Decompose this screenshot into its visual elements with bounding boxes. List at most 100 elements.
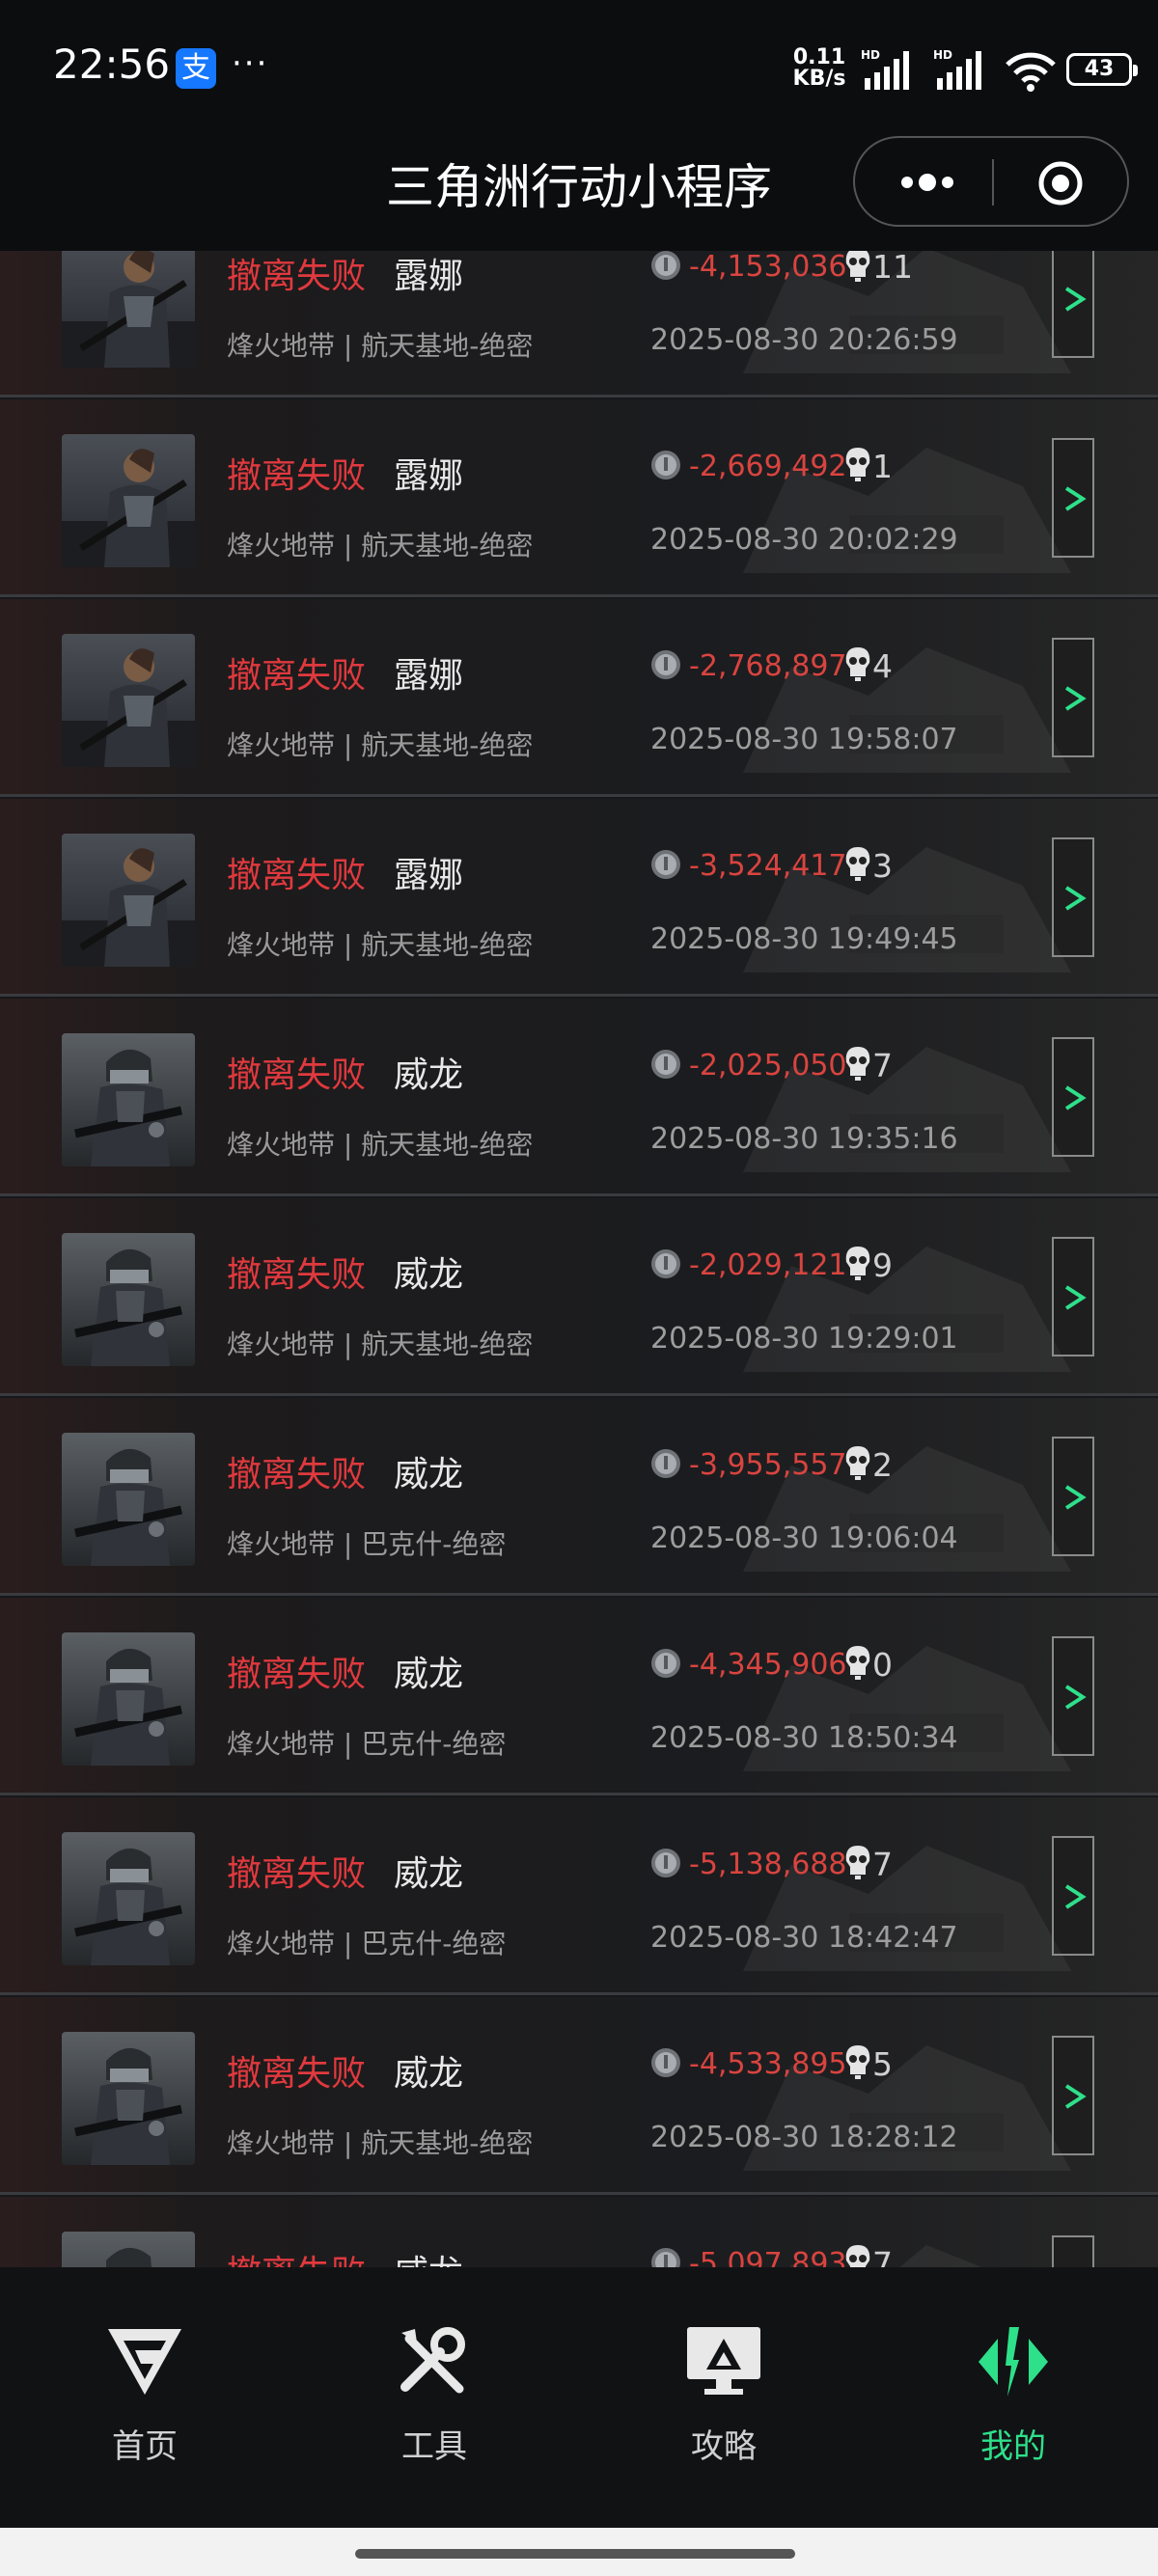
- kill-count: 2: [872, 1446, 893, 1484]
- extraction-status: 撤离失败: [227, 257, 367, 296]
- tools-icon: [400, 2327, 465, 2394]
- record-row[interactable]: 撤离失败 威龙 烽火地带 | 航天基地-绝密 -2,029,121 9 2025…: [0, 1198, 1158, 1396]
- asset-change-value: -2,029,121: [689, 1248, 847, 1282]
- match-time: 2025-08-30 18:50:34: [650, 1721, 958, 1755]
- detail-button[interactable]: [1052, 638, 1094, 757]
- detail-button[interactable]: [1052, 1636, 1094, 1756]
- operator-avatar: [62, 1033, 195, 1166]
- record-row[interactable]: 撤离失败 露娜 烽火地带 | 航天基地-绝密 -4,153,036 11 202…: [0, 251, 1158, 397]
- asset-change-value: -4,345,906: [689, 1648, 847, 1682]
- match-time: 2025-08-30 19:49:45: [650, 922, 958, 956]
- operator-avatar: [62, 834, 195, 967]
- detail-button[interactable]: [1052, 837, 1094, 957]
- asset-change-value: -5,138,688: [689, 1848, 847, 1881]
- coin-icon: [650, 2047, 681, 2078]
- map-mode: 烽火地带 | 航天基地-绝密: [227, 1129, 534, 1161]
- tab-profile[interactable]: 我的: [917, 2325, 1110, 2489]
- skull-icon: [843, 2243, 872, 2267]
- tab-tools-label: 工具: [401, 2427, 467, 2466]
- match-time: 2025-08-30 20:26:59: [650, 323, 958, 357]
- home-indicator[interactable]: [355, 2549, 795, 2559]
- record-row[interactable]: 撤离失败 露娜 烽火地带 | 航天基地-绝密 -2,669,492 1 2025…: [0, 399, 1158, 597]
- record-row[interactable]: 撤离失败 威龙 烽火地带 | 巴克什-绝密 -4,345,906 0 2025-…: [0, 1598, 1158, 1795]
- operator-name: 威龙: [394, 1854, 464, 1894]
- more-dots-icon[interactable]: [894, 163, 961, 202]
- operator-avatar: [62, 634, 195, 767]
- map-mode: 烽火地带 | 航天基地-绝密: [227, 2127, 534, 2159]
- close-target-icon[interactable]: [1036, 159, 1085, 207]
- asset-change-value: -3,524,417: [689, 849, 847, 883]
- extraction-status: 撤离失败: [227, 2054, 367, 2094]
- detail-button[interactable]: [1052, 1037, 1094, 1157]
- coin-icon: [650, 1448, 681, 1479]
- skull-icon: [843, 1045, 872, 1082]
- record-row[interactable]: 撤离失败 威龙 烽火地带 | 巴克什-绝密 -5,138,688 7 2025-…: [0, 1797, 1158, 1995]
- detail-button[interactable]: [1052, 2036, 1094, 2155]
- operator-avatar: [62, 1233, 195, 1366]
- tab-guide[interactable]: 攻略: [627, 2325, 820, 2489]
- tab-tools[interactable]: 工具: [338, 2325, 531, 2489]
- coin-icon: [650, 2247, 681, 2267]
- network-speed: 0.11 KB/s: [791, 47, 847, 90]
- coin-icon: [650, 1648, 681, 1679]
- coin-icon: [650, 1049, 681, 1080]
- detail-button[interactable]: [1052, 1836, 1094, 1956]
- operator-avatar: [62, 434, 195, 567]
- extraction-status: 撤离失败: [227, 2245, 366, 2267]
- detail-button[interactable]: [1052, 1237, 1094, 1357]
- extraction-status: 撤离失败: [227, 1655, 367, 1694]
- map-mode: 烽火地带 | 航天基地-绝密: [227, 1329, 534, 1360]
- operator-name: 露娜: [394, 456, 464, 496]
- record-row[interactable]: 撤离失败 露娜 烽火地带 | 航天基地-绝密 -2,768,897 4 2025…: [0, 599, 1158, 797]
- home-logo-icon: [108, 2329, 181, 2395]
- operator-avatar: [62, 2032, 195, 2165]
- operator-name: 威龙: [394, 1655, 464, 1694]
- tab-home-label: 首页: [112, 2427, 178, 2466]
- map-mode: 烽火地带 | 航天基地-绝密: [227, 929, 534, 961]
- operator-avatar: [62, 1632, 195, 1766]
- tab-profile-label: 我的: [980, 2427, 1046, 2466]
- match-time: 2025-08-30 20:02:29: [650, 523, 958, 557]
- detail-button[interactable]: [1052, 438, 1094, 558]
- operator-name: 威龙: [394, 2054, 464, 2094]
- match-time: 2025-08-30 19:29:01: [650, 1322, 958, 1356]
- record-row[interactable]: 撤离失败 威龙 烽火地带 | 巴克什-绝密 -3,955,557 2 2025-…: [0, 1398, 1158, 1596]
- record-row[interactable]: 撤离失败 威龙 烽火地带 | 航天基地-绝密 -4,533,895 5 2025…: [0, 1997, 1158, 2195]
- tab-home[interactable]: 首页: [48, 2325, 241, 2489]
- asset-change-value: -3,955,557: [689, 1448, 847, 1482]
- network-speed-value: 0.11: [792, 45, 846, 69]
- signal-icon: HD: [861, 48, 909, 90]
- record-list[interactable]: 撤离失败 露娜 烽火地带 | 航天基地-绝密 -4,153,036 11 202…: [0, 251, 1158, 2267]
- map-mode: 烽火地带 | 巴克什-绝密: [227, 1528, 507, 1560]
- operator-name: 露娜: [394, 856, 464, 895]
- kill-count: 9: [872, 1247, 893, 1284]
- operator-name: 威龙: [394, 2245, 463, 2267]
- asset-change-value: -2,669,492: [689, 450, 847, 483]
- coin-icon: [650, 849, 681, 880]
- extraction-status: 撤离失败: [227, 456, 367, 496]
- kill-count: 3: [872, 847, 893, 885]
- extraction-status: 撤离失败: [227, 856, 367, 895]
- operator-name: 露娜: [394, 656, 464, 696]
- record-row[interactable]: 撤离失败 威龙 -5,097,893 7: [0, 2197, 1158, 2267]
- extraction-status: 撤离失败: [227, 1055, 367, 1095]
- asset-change-value: -4,153,036: [689, 251, 847, 284]
- coin-icon: [650, 450, 681, 480]
- coin-icon: [650, 1848, 681, 1878]
- record-row[interactable]: 撤离失败 威龙 烽火地带 | 航天基地-绝密 -2,025,050 7 2025…: [0, 999, 1158, 1196]
- title-bar: 三角洲行动小程序: [0, 135, 1158, 251]
- detail-button[interactable]: [1052, 251, 1094, 358]
- skull-icon: [843, 845, 872, 882]
- guide-monitor-icon: [687, 2327, 760, 2395]
- record-row[interactable]: 撤离失败 露娜 烽火地带 | 航天基地-绝密 -3,524,417 3 2025…: [0, 799, 1158, 997]
- coin-icon: [650, 251, 681, 281]
- asset-change-value: -5,097,893: [689, 2247, 847, 2267]
- operator-avatar: [62, 2232, 195, 2267]
- page-title-text: 三角洲行动小程序: [386, 159, 772, 215]
- extraction-status: 撤离失败: [227, 656, 367, 696]
- detail-button[interactable]: [1052, 2235, 1094, 2267]
- kill-count: 7: [872, 1047, 893, 1084]
- detail-button[interactable]: [1052, 1437, 1094, 1556]
- more-notifications-icon: ···: [232, 44, 269, 83]
- match-time: 2025-08-30 19:35:16: [650, 1122, 958, 1156]
